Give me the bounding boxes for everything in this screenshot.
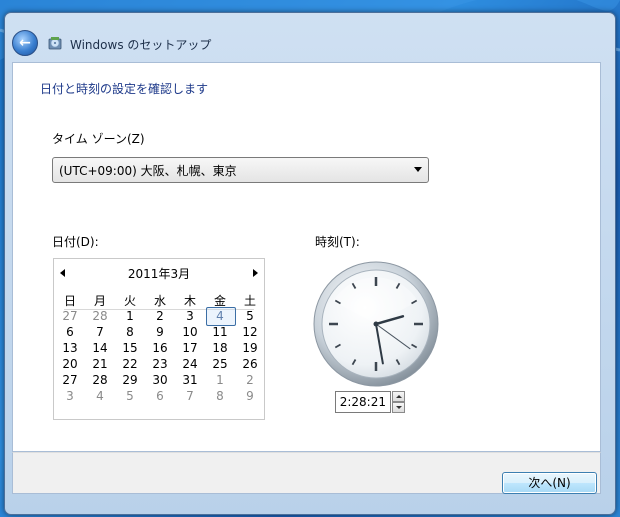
weekday-header: 金 <box>213 294 226 308</box>
calendar-day[interactable]: 26 <box>235 356 265 372</box>
setup-disc-icon <box>48 37 62 50</box>
calendar-day[interactable]: 25 <box>205 356 235 372</box>
calendar-day[interactable]: 10 <box>175 324 205 340</box>
calendar-day[interactable]: 5 <box>115 388 145 404</box>
weekday-header: 水 <box>153 294 166 308</box>
calendar-day[interactable]: 15 <box>115 340 145 356</box>
calendar-day[interactable]: 9 <box>235 388 265 404</box>
calendar-day[interactable]: 7 <box>85 324 115 340</box>
date-label: 日付(D): <box>52 235 99 249</box>
weekday-header: 日 <box>63 294 76 308</box>
calendar-day[interactable]: 5 <box>235 308 265 324</box>
calendar-day[interactable]: 21 <box>85 356 115 372</box>
calendar-day[interactable]: 1 <box>205 372 235 388</box>
calendar-day[interactable]: 7 <box>175 388 205 404</box>
calendar-day[interactable]: 3 <box>55 388 85 404</box>
calendar-day[interactable]: 9 <box>145 324 175 340</box>
calendar-day[interactable]: 24 <box>175 356 205 372</box>
calendar-day[interactable]: 14 <box>85 340 115 356</box>
next-month-icon[interactable] <box>253 269 258 277</box>
weekday-header: 月 <box>93 294 106 308</box>
back-arrow-icon: ← <box>19 35 31 51</box>
calendar: 2011年3月 日月火水木金土 27 28 1 2 3 4 5 6 7 8 9 10 11 12 13 14 15… <box>53 258 265 420</box>
calendar-day[interactable]: 20 <box>55 356 85 372</box>
calendar-month-title[interactable]: 2011年3月 <box>54 265 264 282</box>
spin-down-button[interactable] <box>392 402 405 413</box>
chevron-down-icon <box>414 167 422 172</box>
time-spinner <box>392 391 405 413</box>
calendar-day[interactable]: 16 <box>145 340 175 356</box>
timezone-dropdown[interactable]: (UTC+09:00) 大阪、札幌、東京 <box>52 157 429 183</box>
calendar-day-selected[interactable]: 4 <box>205 307 236 326</box>
calendar-day[interactable]: 19 <box>235 340 265 356</box>
calendar-day[interactable]: 22 <box>115 356 145 372</box>
calendar-day[interactable]: 13 <box>55 340 85 356</box>
weekday-header: 土 <box>243 294 256 308</box>
analog-clock <box>313 261 439 387</box>
calendar-day[interactable]: 18 <box>205 340 235 356</box>
weekday-header: 火 <box>123 294 136 308</box>
back-button[interactable]: ← <box>12 30 38 56</box>
calendar-grid: 日月火水木金土 27 28 1 2 3 4 5 6 7 8 9 10 11 12 13 14 15 16 17 18 19… <box>55 292 265 404</box>
timezone-label: タイム ゾーン(Z) <box>52 132 145 146</box>
calendar-day[interactable]: 27 <box>55 372 85 388</box>
calendar-day[interactable]: 11 <box>205 324 235 340</box>
calendar-day[interactable]: 2 <box>145 308 175 324</box>
weekday-header: 木 <box>183 294 196 308</box>
calendar-day[interactable]: 30 <box>145 372 175 388</box>
timezone-value: (UTC+09:00) 大阪、札幌、東京 <box>59 164 237 178</box>
time-input[interactable]: 2:28:21 <box>335 391 391 413</box>
calendar-day[interactable]: 28 <box>85 308 115 324</box>
calendar-day[interactable]: 31 <box>175 372 205 388</box>
calendar-day[interactable]: 8 <box>115 324 145 340</box>
calendar-day[interactable]: 6 <box>55 324 85 340</box>
page-heading: 日付と時刻の設定を確認します <box>40 82 209 96</box>
calendar-day[interactable]: 3 <box>175 308 205 324</box>
spin-up-button[interactable] <box>392 391 405 402</box>
calendar-day[interactable]: 17 <box>175 340 205 356</box>
calendar-day[interactable]: 1 <box>115 308 145 324</box>
next-button[interactable]: 次へ(N) <box>502 472 597 494</box>
calendar-day[interactable]: 23 <box>145 356 175 372</box>
window-title: Windows のセットアップ <box>70 38 212 52</box>
calendar-day[interactable]: 28 <box>85 372 115 388</box>
calendar-day[interactable]: 27 <box>55 308 85 324</box>
calendar-header: 2011年3月 <box>54 264 264 282</box>
calendar-day[interactable]: 12 <box>235 324 265 340</box>
clock-center <box>373 321 379 327</box>
calendar-day[interactable]: 8 <box>205 388 235 404</box>
calendar-day[interactable]: 29 <box>115 372 145 388</box>
calendar-day[interactable]: 4 <box>85 388 115 404</box>
calendar-day[interactable]: 2 <box>235 372 265 388</box>
calendar-day[interactable]: 6 <box>145 388 175 404</box>
time-label: 時刻(T): <box>315 235 360 249</box>
